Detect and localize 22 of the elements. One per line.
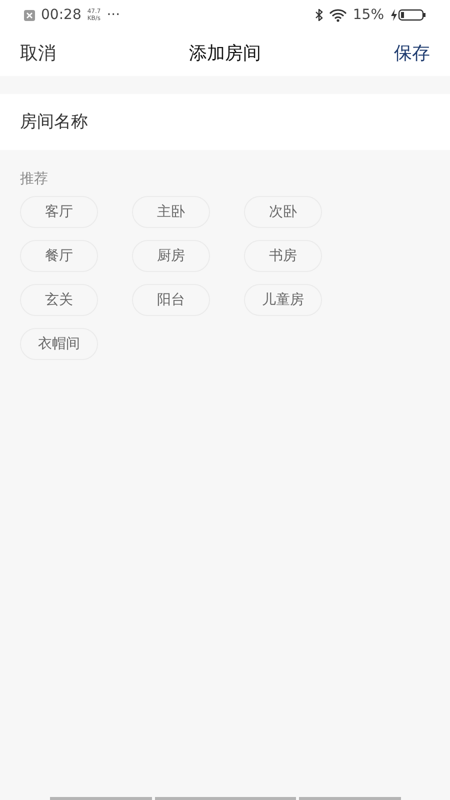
room-chip[interactable]: 儿童房 [244, 284, 322, 316]
room-chip[interactable]: 次卧 [244, 196, 322, 228]
more-indicator: ··· [106, 7, 120, 23]
wifi-icon [328, 8, 347, 22]
section-label: 推荐 [20, 170, 49, 188]
page-title: 添加房间 [189, 42, 261, 65]
room-chip[interactable]: 客厅 [20, 196, 98, 228]
room-chip[interactable]: 餐厅 [20, 240, 98, 272]
clock: 00:28 [41, 7, 82, 23]
battery-percent: 15% [352, 7, 384, 23]
room-chip[interactable]: 书房 [244, 240, 322, 272]
room-name-field[interactable]: 房间名称 [0, 94, 450, 150]
notification-icon [24, 10, 35, 20]
room-chip[interactable]: 阳台 [132, 284, 210, 316]
room-chip[interactable]: 厨房 [132, 240, 210, 272]
room-chip[interactable]: 衣帽间 [20, 328, 98, 360]
bluetooth-icon [314, 9, 323, 21]
cancel-button[interactable]: 取消 [20, 41, 56, 65]
room-chip[interactable]: 玄关 [20, 284, 98, 316]
battery-charging-icon [390, 9, 426, 21]
save-button[interactable]: 保存 [394, 41, 430, 65]
room-chip[interactable]: 主卧 [132, 196, 210, 228]
